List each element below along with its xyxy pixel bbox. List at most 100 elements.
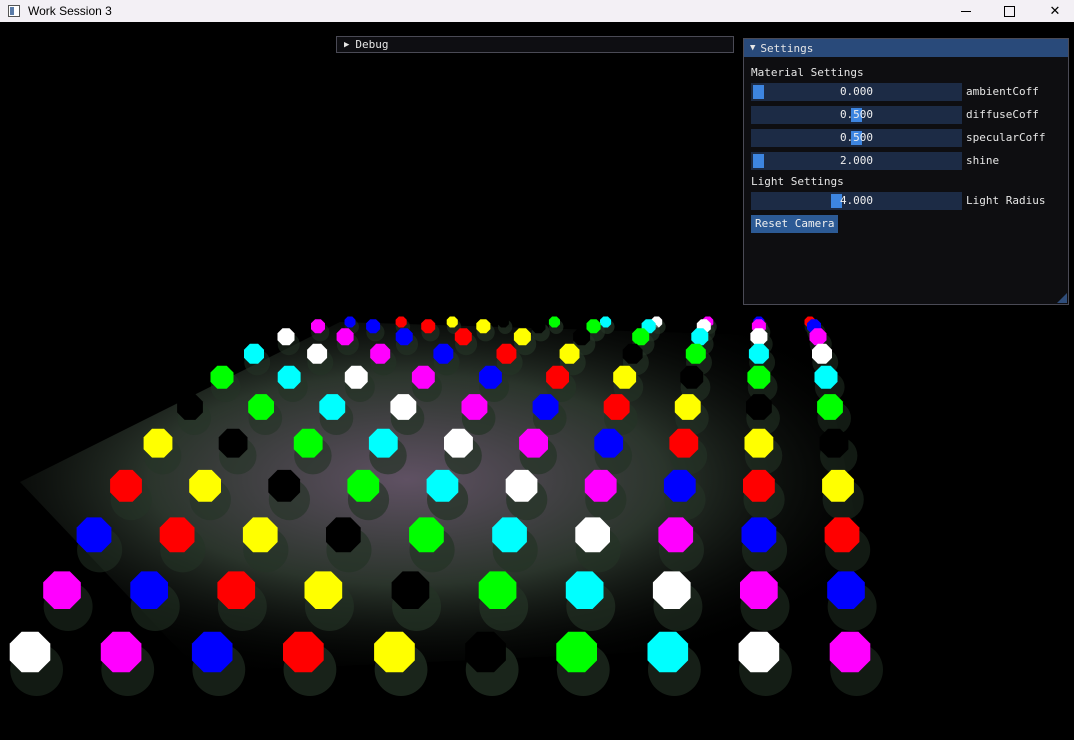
slider-track[interactable]: 0.000 [751, 83, 962, 101]
light-sphere [573, 328, 591, 346]
light-sphere [559, 343, 580, 364]
light-sphere [100, 631, 142, 673]
light-sphere [454, 328, 472, 346]
light-sphere [347, 469, 380, 502]
title-bar: Work Session 3 ✕ [0, 0, 1074, 22]
light-sphere [513, 328, 531, 346]
slider-track[interactable]: 4.000 [751, 192, 962, 210]
light-sphere [674, 394, 701, 420]
slider-ambient[interactable]: 0.000 ambientCoff [751, 83, 1051, 101]
light-sphere [344, 316, 356, 328]
light-sphere [421, 319, 436, 334]
light-sphere [663, 469, 696, 502]
slider-label: Light Radius [966, 194, 1046, 207]
light-sphere [368, 428, 398, 458]
slider-value: 4.000 [839, 194, 874, 207]
light-sphere [189, 469, 221, 502]
light-sphere [159, 517, 195, 553]
light-sphere [819, 428, 849, 458]
light-sphere [218, 428, 248, 458]
slider-specular[interactable]: 0.500 specularCoff [751, 129, 1051, 147]
slider-track[interactable]: 2.000 [751, 152, 962, 170]
light-sphere [395, 316, 407, 328]
light-sphere [658, 517, 694, 553]
slider-value: 0.000 [839, 85, 874, 98]
maximize-icon [1003, 5, 1015, 17]
expand-arrow-icon[interactable]: ▼ [750, 43, 755, 53]
light-sphere [647, 631, 689, 673]
light-sphere [741, 517, 777, 553]
collapse-arrow-icon[interactable]: ▶ [344, 40, 349, 50]
slider-label: diffuseCoff [966, 108, 1039, 121]
light-sphere [446, 316, 458, 328]
resize-grip-icon[interactable] [1057, 293, 1067, 303]
material-settings-heading: Material Settings [751, 66, 864, 79]
light-sphere [669, 428, 699, 458]
light-sphere [685, 343, 706, 364]
light-sphere [750, 328, 768, 346]
slider-track[interactable]: 0.500 [751, 129, 962, 147]
light-sphere [304, 571, 343, 609]
light-sphere [497, 316, 509, 328]
settings-title: Settings [760, 41, 814, 55]
slider-shine[interactable]: 2.000 shine [751, 152, 1051, 170]
light-sphere [217, 571, 256, 609]
debug-window-title: Debug [355, 38, 389, 51]
app-icon [8, 5, 20, 17]
light-sphere [268, 469, 301, 502]
slider-diffuse[interactable]: 0.500 diffuseCoff [751, 106, 1051, 124]
slider-value: 0.500 [839, 131, 874, 144]
light-sphere [244, 343, 264, 364]
light-sphere [652, 571, 691, 609]
slider-track[interactable]: 0.500 [751, 106, 962, 124]
light-sphere [584, 469, 617, 502]
slider-value: 0.500 [839, 108, 874, 121]
light-sphere [476, 319, 491, 334]
light-sphere [479, 365, 502, 389]
light-sphere [691, 328, 709, 346]
minimize-button[interactable] [943, 0, 989, 22]
light-sphere [519, 428, 548, 458]
light-sphere [409, 517, 444, 553]
light-sphere [548, 316, 560, 328]
light-sphere [613, 365, 637, 389]
light-sphere [824, 517, 860, 553]
light-sphere [531, 319, 546, 334]
slider-label: shine [966, 154, 1000, 167]
light-sphere [586, 319, 601, 334]
light-sphere [110, 469, 142, 502]
light-sphere [390, 394, 417, 420]
light-sphere [311, 319, 325, 334]
light-sphere [565, 571, 604, 609]
reset-camera-button[interactable]: Reset Camera [751, 215, 839, 233]
debug-window[interactable]: ▶ Debug [336, 36, 734, 53]
light-settings-heading: Light Settings [751, 175, 844, 188]
light-sphere [307, 343, 328, 364]
light-sphere [594, 428, 624, 458]
light-sphere [461, 394, 488, 420]
light-sphere [817, 394, 843, 420]
light-sphere [809, 328, 827, 346]
light-sphere [505, 469, 538, 502]
light-sphere [465, 631, 506, 673]
light-sphere [444, 428, 473, 458]
close-button[interactable]: ✕ [1032, 0, 1074, 22]
light-sphere [622, 343, 643, 364]
maximize-button[interactable] [986, 0, 1032, 22]
light-sphere [426, 469, 459, 502]
light-sphere [143, 428, 173, 458]
light-sphere [680, 365, 704, 389]
slider-light-radius[interactable]: 4.000 Light Radius [751, 192, 1051, 210]
light-sphere [336, 328, 354, 346]
light-sphere [822, 469, 854, 502]
light-sphere [411, 365, 435, 389]
light-sphere [829, 631, 871, 673]
light-sphere [326, 517, 361, 553]
light-sphere [293, 428, 323, 458]
light-sphere [738, 631, 780, 673]
settings-window[interactable]: ▼ Settings Material Settings 0.000 ambie… [743, 38, 1069, 305]
light-sphere [395, 328, 413, 346]
light-sphere [603, 394, 630, 420]
settings-header[interactable]: ▼ Settings [744, 39, 1068, 57]
minimize-icon [961, 10, 971, 12]
